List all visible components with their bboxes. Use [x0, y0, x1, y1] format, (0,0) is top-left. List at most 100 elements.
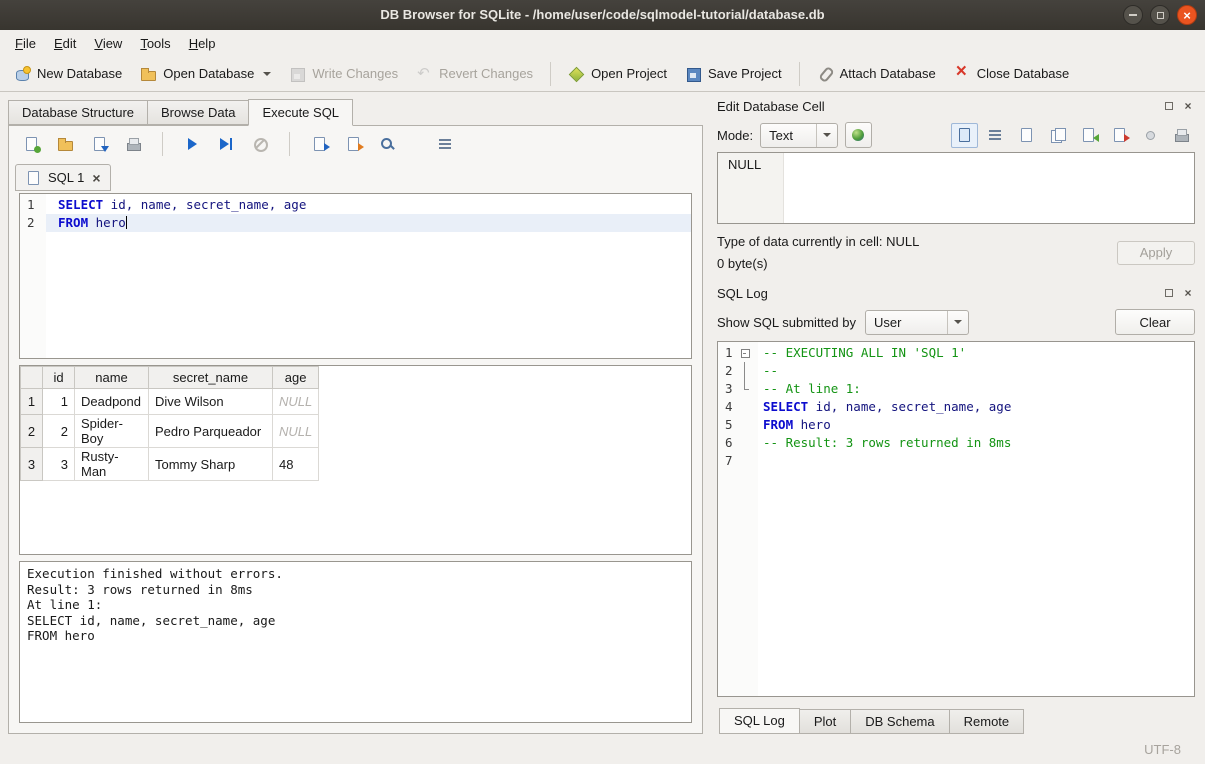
tab-browse-data[interactable]: Browse Data	[147, 100, 249, 125]
stop-execution-button[interactable]	[248, 132, 272, 156]
clear-log-button[interactable]: Clear	[1115, 309, 1195, 335]
code-line: SELECT id, name, secret_name, age	[46, 196, 691, 214]
menu-edit[interactable]: Edit	[45, 33, 85, 54]
new-database-button[interactable]: New Database	[6, 61, 130, 87]
gutter-row: 4	[718, 398, 758, 416]
cell[interactable]: Tommy Sharp	[149, 448, 273, 481]
cell[interactable]: 1	[43, 389, 75, 415]
submitter-select[interactable]: User	[865, 310, 969, 335]
main-tabs: Database StructureBrowse DataExecute SQL	[8, 98, 703, 125]
close-window-button[interactable]: ×	[1177, 5, 1197, 25]
set-cell-null-button[interactable]	[1137, 123, 1164, 148]
word-wrap-button[interactable]	[982, 123, 1009, 148]
toggle-word-wrap-button[interactable]	[433, 132, 457, 156]
revert-changes-button[interactable]: Revert Changes	[408, 61, 541, 87]
save-project-icon	[685, 66, 702, 82]
table-row: 11DeadpondDive WilsonNULL	[21, 389, 319, 415]
cell[interactable]: Pedro Parqueador	[149, 415, 273, 448]
filter-label: Show SQL submitted by	[717, 315, 856, 330]
format-text-button[interactable]	[951, 123, 978, 148]
cell-info-row: Type of data currently in cell: NULL 0 b…	[717, 234, 1195, 271]
open-sql-file-button[interactable]	[53, 132, 77, 156]
auto-format-button[interactable]	[845, 122, 872, 148]
toolbar-separator	[550, 62, 551, 86]
save-sql-file-button[interactable]	[87, 132, 111, 156]
menu-tools[interactable]: Tools	[131, 33, 179, 54]
editor-line-numbers: 12	[20, 194, 46, 358]
attach-database-button[interactable]: Attach Database	[809, 61, 944, 87]
save-results-button[interactable]	[307, 132, 331, 156]
tab-sql-log[interactable]: SQL Log	[719, 708, 800, 734]
table-row: 33Rusty-ManTommy Sharp48	[21, 448, 319, 481]
open-project-button[interactable]: Open Project	[560, 61, 675, 87]
mode-select[interactable]: Text	[760, 123, 838, 148]
column-header-secret-name[interactable]: secret_name	[149, 367, 273, 389]
row-number[interactable]: 1	[21, 389, 43, 415]
import-cell-data-button[interactable]	[1075, 123, 1102, 148]
open-database-button[interactable]: Open Database	[132, 61, 279, 87]
fold-guide	[738, 452, 752, 470]
cell[interactable]: Dive Wilson	[149, 389, 273, 415]
line-number: 5	[718, 416, 738, 434]
cell[interactable]: 3	[43, 448, 75, 481]
apply-button[interactable]: Apply	[1117, 241, 1195, 265]
fold-guide	[738, 380, 752, 398]
tab-plot[interactable]: Plot	[799, 709, 851, 734]
print-sql-button[interactable]	[121, 132, 145, 156]
cell[interactable]: Deadpond	[75, 389, 149, 415]
row-number[interactable]: 3	[21, 448, 43, 481]
export-results-button[interactable]	[341, 132, 365, 156]
open-sql-in-new-tab-button[interactable]	[19, 132, 43, 156]
cell-content-editor[interactable]: NULL	[717, 152, 1195, 224]
table-row: 22Spider-BoyPedro ParqueadorNULL	[21, 415, 319, 448]
float-panel-button[interactable]	[1162, 99, 1176, 113]
tab-execute-sql[interactable]: Execute SQL	[248, 99, 353, 126]
execute-current-line-button[interactable]	[214, 132, 238, 156]
message-line: FROM hero	[27, 628, 684, 644]
export-cell-data-icon	[1111, 127, 1128, 143]
menu-help[interactable]: Help	[180, 33, 225, 54]
cell[interactable]: Spider-Boy	[75, 415, 149, 448]
results-table-container[interactable]: idnamesecret_nameage 11DeadpondDive Wils…	[19, 365, 692, 555]
close-database-button[interactable]: Close Database	[946, 61, 1078, 87]
tab-database-structure[interactable]: Database Structure	[8, 100, 148, 125]
write-changes-button[interactable]: Write Changes	[281, 61, 406, 87]
cell[interactable]: NULL	[273, 415, 319, 448]
sql-tab-label: SQL 1	[48, 170, 84, 185]
corner-cell[interactable]	[21, 367, 43, 389]
sql-editor[interactable]: 12 SELECT id, name, secret_name, ageFROM…	[19, 193, 692, 359]
execute-all-button[interactable]	[180, 132, 204, 156]
maximize-button[interactable]	[1150, 5, 1170, 25]
row-number[interactable]: 2	[21, 415, 43, 448]
close-log-button[interactable]: ×	[1181, 286, 1195, 300]
titlebar: DB Browser for SQLite - /home/user/code/…	[0, 0, 1205, 30]
export-cell-data-button[interactable]	[1106, 123, 1133, 148]
close-panel-button[interactable]: ×	[1181, 99, 1195, 113]
find-replace-button[interactable]	[375, 132, 399, 156]
menu-file[interactable]: File	[6, 33, 45, 54]
open-sql-in-new-tab-icon	[23, 136, 40, 152]
column-header-id[interactable]: id	[43, 367, 75, 389]
tab-db-schema[interactable]: DB Schema	[850, 709, 949, 734]
float-log-button[interactable]	[1162, 286, 1176, 300]
minimize-button[interactable]	[1123, 5, 1143, 25]
tab-sql-1[interactable]: SQL 1 ×	[15, 164, 111, 191]
copy-cell-data-button[interactable]	[1044, 123, 1071, 148]
open-in-external-button[interactable]	[1013, 123, 1040, 148]
save-project-button[interactable]: Save Project	[677, 61, 790, 87]
cell[interactable]: 48	[273, 448, 319, 481]
sql-log-view[interactable]: 1234567 -- EXECUTING ALL IN 'SQL 1'---- …	[717, 341, 1195, 697]
cell-editor-toolbar: Mode: Text	[717, 118, 1195, 152]
cell[interactable]: 2	[43, 415, 75, 448]
menu-view[interactable]: View	[85, 33, 131, 54]
cell[interactable]: NULL	[273, 389, 319, 415]
fold-marker-icon[interactable]	[738, 344, 752, 362]
column-header-age[interactable]: age	[273, 367, 319, 389]
dropdown-caret-icon[interactable]	[263, 72, 271, 76]
tab-remote[interactable]: Remote	[949, 709, 1025, 734]
close-tab-icon[interactable]: ×	[92, 171, 100, 185]
cell[interactable]: Rusty-Man	[75, 448, 149, 481]
column-header-name[interactable]: name	[75, 367, 149, 389]
code-line: --	[758, 362, 1194, 380]
print-cell-button[interactable]	[1168, 123, 1195, 148]
